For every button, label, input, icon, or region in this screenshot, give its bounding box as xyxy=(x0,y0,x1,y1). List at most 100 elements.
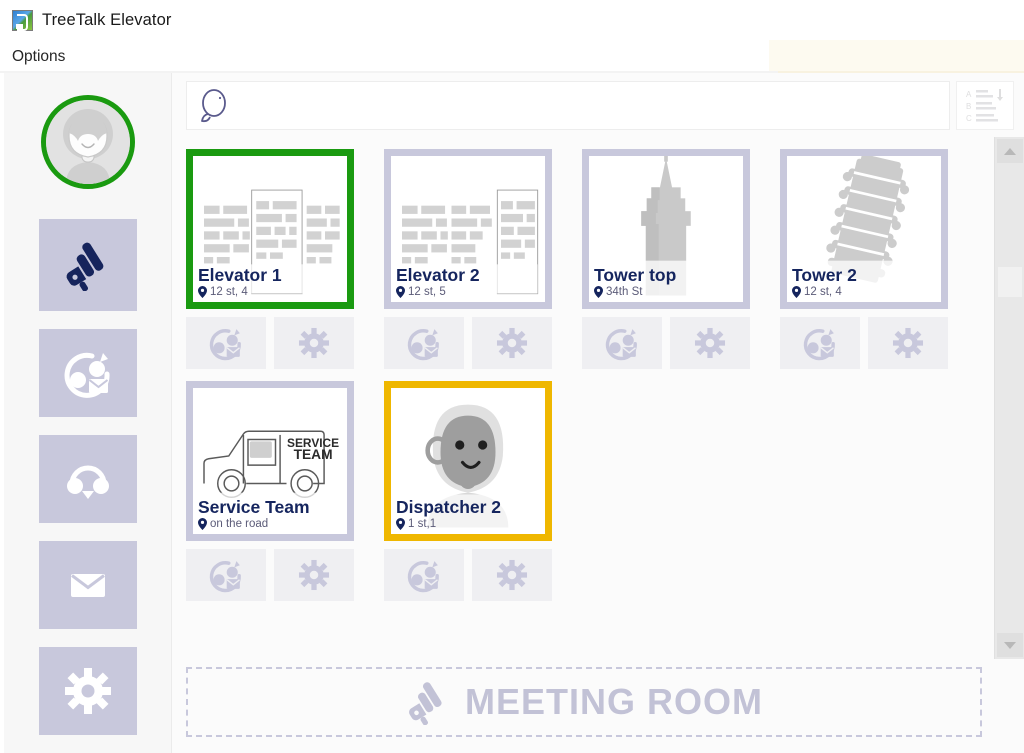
card-location: 12 st, 4 xyxy=(198,286,343,298)
card-location-text: 12 st, 4 xyxy=(804,286,842,298)
card-location-text: on the road xyxy=(210,518,269,530)
card-settings-button[interactable] xyxy=(670,317,750,369)
card-actions xyxy=(186,317,354,369)
card-labels: Tower top 34th St xyxy=(594,266,739,298)
card-location: 34th St xyxy=(594,286,739,298)
card-callback-button[interactable] xyxy=(384,317,464,369)
contact-card[interactable]: Dispatcher 2 1 st,1 xyxy=(384,381,552,541)
chevron-down-icon xyxy=(1003,641,1016,649)
callback-mail-icon xyxy=(605,329,637,361)
megaphone-icon xyxy=(409,682,442,725)
card-actions xyxy=(384,549,552,601)
card-settings-button[interactable] xyxy=(472,549,552,601)
gear-icon xyxy=(298,559,330,591)
scrollbar-thumb[interactable] xyxy=(997,267,1022,297)
card-callback-button[interactable] xyxy=(186,317,266,369)
card-title: Elevator 2 xyxy=(396,265,480,286)
sidebar-item-settings[interactable] xyxy=(38,647,137,735)
contact-card-unit: SERVICE TEAM Service Team on the road xyxy=(186,381,354,601)
search-input[interactable] xyxy=(229,97,949,114)
card-actions xyxy=(384,317,552,369)
card-title: Tower 2 xyxy=(792,265,857,286)
card-callback-button[interactable] xyxy=(582,317,662,369)
contact-card[interactable]: SERVICE TEAM Service Team on the road xyxy=(186,381,354,541)
vertical-scrollbar[interactable] xyxy=(994,137,1024,659)
card-title: Service Team xyxy=(198,497,310,518)
sort-alphabetical-button[interactable]: A B C xyxy=(956,81,1014,130)
card-location-text: 1 st,1 xyxy=(408,518,437,530)
contact-card[interactable]: Elevator 2 12 st, 5 xyxy=(384,149,552,309)
contact-card[interactable]: Elevator 1 12 st, 4 xyxy=(186,149,354,309)
sidebar-item-mailbox[interactable] xyxy=(38,541,137,629)
card-settings-button[interactable] xyxy=(868,317,948,369)
card-actions xyxy=(186,549,354,601)
card-labels: Tower 2 12 st, 4 xyxy=(792,266,937,298)
window-title-module: Elevator xyxy=(110,10,172,29)
sort-row-b: B xyxy=(966,102,971,111)
callback-mail-icon xyxy=(803,329,835,361)
location-pin-icon xyxy=(198,286,207,298)
location-pin-icon xyxy=(594,286,603,298)
sidebar-item-announcements[interactable] xyxy=(38,219,137,311)
contact-card-unit: Elevator 2 12 st, 5 xyxy=(384,149,552,369)
card-location-text: 12 st, 5 xyxy=(408,286,446,298)
contact-card-unit: Elevator 1 12 st, 4 xyxy=(186,149,354,369)
callback-mail-icon xyxy=(407,329,439,361)
chevron-up-icon xyxy=(1003,147,1016,155)
search-box[interactable] xyxy=(186,81,950,130)
card-title: Dispatcher 2 xyxy=(396,497,502,518)
app-shell: A B C Elevator 1 12 st, 4 Elevator 2 12 … xyxy=(0,73,1024,753)
card-callback-button[interactable] xyxy=(780,317,860,369)
card-callback-button[interactable] xyxy=(186,549,266,601)
sort-alphabetical-icon: A B C xyxy=(966,88,1003,123)
contact-card-unit: Tower top 34th St xyxy=(582,149,750,369)
scroll-down-button[interactable] xyxy=(996,633,1023,657)
sidebar-item-callback-messages[interactable] xyxy=(38,329,137,417)
content-area: A B C Elevator 1 12 st, 4 Elevator 2 12 … xyxy=(172,73,1024,753)
footer: MEETING ROOM xyxy=(172,659,1024,753)
gear-icon xyxy=(694,327,726,359)
gear-icon xyxy=(496,559,528,591)
card-labels: Elevator 2 12 st, 5 xyxy=(396,266,541,298)
callback-mail-icon xyxy=(64,352,110,398)
callback-mail-icon xyxy=(407,561,439,593)
window-titlebar: TreeTalk Elevator xyxy=(0,0,1024,40)
window-title-brand: TreeTalk xyxy=(42,10,106,29)
scroll-up-button[interactable] xyxy=(996,139,1023,163)
avatar[interactable] xyxy=(40,95,135,189)
card-location: on the road xyxy=(198,518,343,530)
meeting-room-label: MEETING ROOM xyxy=(465,681,763,722)
card-settings-button[interactable] xyxy=(274,549,354,601)
contact-card[interactable]: Tower 2 12 st, 4 xyxy=(780,149,948,309)
gear-icon xyxy=(64,668,111,714)
menu-item-options[interactable]: Options xyxy=(12,48,65,66)
location-pin-icon xyxy=(396,286,405,298)
card-location: 1 st,1 xyxy=(396,518,541,530)
contact-card[interactable]: Tower top 34th St xyxy=(582,149,750,309)
headset-icon xyxy=(66,465,109,499)
card-settings-button[interactable] xyxy=(472,317,552,369)
meeting-room-dropzone[interactable]: MEETING ROOM xyxy=(186,667,982,737)
sort-row-c: C xyxy=(966,114,972,123)
card-settings-button[interactable] xyxy=(274,317,354,369)
location-pin-icon xyxy=(396,518,405,530)
card-location: 12 st, 5 xyxy=(396,286,541,298)
mail-icon xyxy=(70,574,105,597)
contact-card-unit: Tower 2 12 st, 4 xyxy=(780,149,948,369)
grid-area: Elevator 1 12 st, 4 Elevator 2 12 st, 5 … xyxy=(172,137,1024,659)
card-actions xyxy=(582,317,750,369)
callback-mail-icon xyxy=(209,329,241,361)
card-callback-button[interactable] xyxy=(384,549,464,601)
contact-card-unit: Dispatcher 2 1 st,1 xyxy=(384,381,552,601)
window-title: TreeTalk Elevator xyxy=(42,11,172,30)
callback-mail-icon xyxy=(209,561,241,593)
sort-row-a: A xyxy=(966,90,972,99)
sidebar xyxy=(0,73,172,753)
sidebar-item-headset-calls[interactable] xyxy=(38,435,137,523)
gear-icon xyxy=(298,327,330,359)
contacts-grid: Elevator 1 12 st, 4 Elevator 2 12 st, 5 … xyxy=(172,137,994,659)
truck-text-line2: TEAM xyxy=(294,447,333,462)
megaphone-icon xyxy=(66,242,103,291)
card-title: Tower top xyxy=(594,265,677,286)
location-pin-icon xyxy=(792,286,801,298)
